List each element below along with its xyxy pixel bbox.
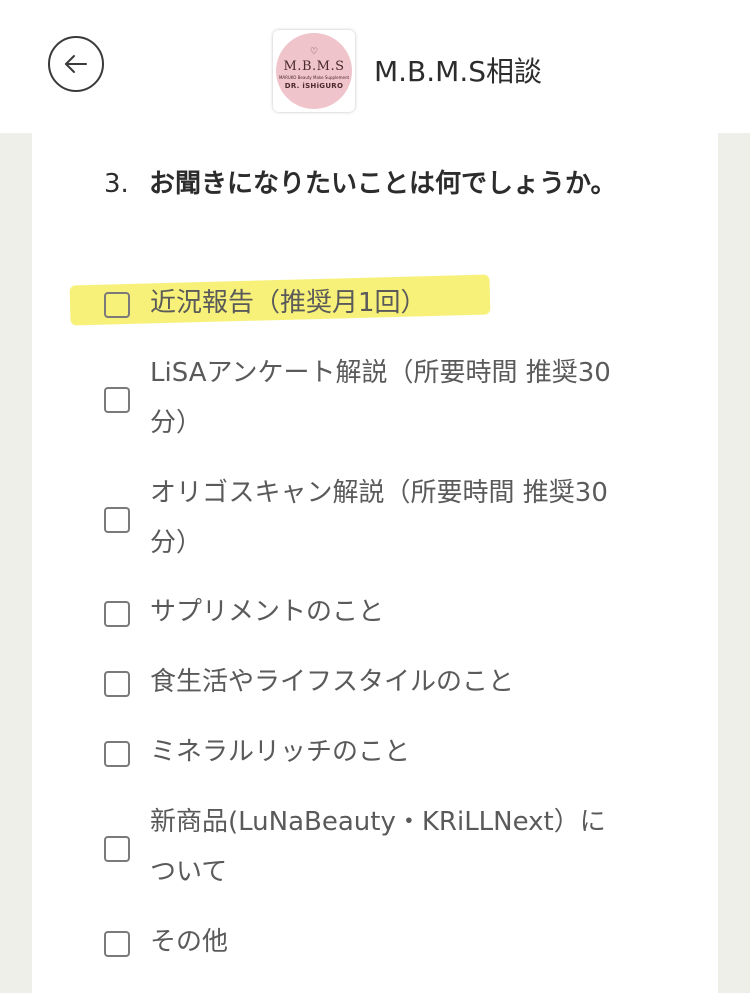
back-button[interactable] [48,36,104,92]
mbms-logo: ♡ M.B.M.S MARUKO Beauty Make Supplement … [273,30,355,112]
page-title: M.B.M.S相談 [374,55,543,88]
logo-name: DR. iSHiGURO [284,82,344,90]
option-kinkyo-houkoku[interactable]: 近況報告（推奨月1回） [104,278,624,328]
option-label: サプリメントのこと [150,597,385,627]
logo-subtitle: MARUKO Beauty Make Supplement [278,75,350,80]
checkbox[interactable] [104,671,130,697]
option-label: ミネラルリッチのこと [150,737,411,767]
option-mineral-rich[interactable]: ミネラルリッチのこと [104,727,624,777]
option-lisa-survey[interactable]: LiSAアンケート解説（所要時間 推奨30分） [104,348,624,448]
option-label: 近況報告（推奨月1回） [150,288,427,318]
question-text: お聞きになりたいことは何でしょうか。 [149,169,617,199]
option-lifestyle[interactable]: 食生活やライフスタイルのこと [104,657,624,707]
checkbox[interactable] [104,741,130,767]
option-label: 新商品(LuNaBeauty・KRiLLNext）について [150,807,606,887]
question-number: 3. [104,169,129,199]
option-label: 食生活やライフスタイルのこと [150,667,515,697]
question-card: 3. お聞きになりたいことは何でしょうか。 近況報告（推奨月1回） LiSAアン… [32,133,718,993]
checkbox[interactable] [104,601,130,627]
logo-badge: ♡ M.B.M.S MARUKO Beauty Make Supplement … [276,33,352,109]
option-label: LiSAアンケート解説（所要時間 推奨30分） [150,358,611,438]
checkbox[interactable] [104,292,130,318]
question: 3. お聞きになりたいことは何でしょうか。 [104,157,624,211]
option-supplement[interactable]: サプリメントのこと [104,587,624,637]
option-label: オリゴスキャン解説（所要時間 推奨30分） [150,478,608,558]
checkbox[interactable] [104,836,130,862]
app-header: ♡ M.B.M.S MARUKO Beauty Make Supplement … [0,0,750,133]
logo-mark: ♡ [309,47,319,57]
option-other[interactable]: その他 [104,917,624,967]
option-new-products[interactable]: 新商品(LuNaBeauty・KRiLLNext）について [104,797,624,897]
option-oligoscan[interactable]: オリゴスキャン解説（所要時間 推奨30分） [104,468,624,568]
checkbox[interactable] [104,387,130,413]
arrow-left-icon [65,55,87,73]
checkbox[interactable] [104,931,130,957]
logo-title: M.B.M.S [283,59,345,74]
checkbox[interactable] [104,507,130,533]
option-label: その他 [150,927,229,957]
